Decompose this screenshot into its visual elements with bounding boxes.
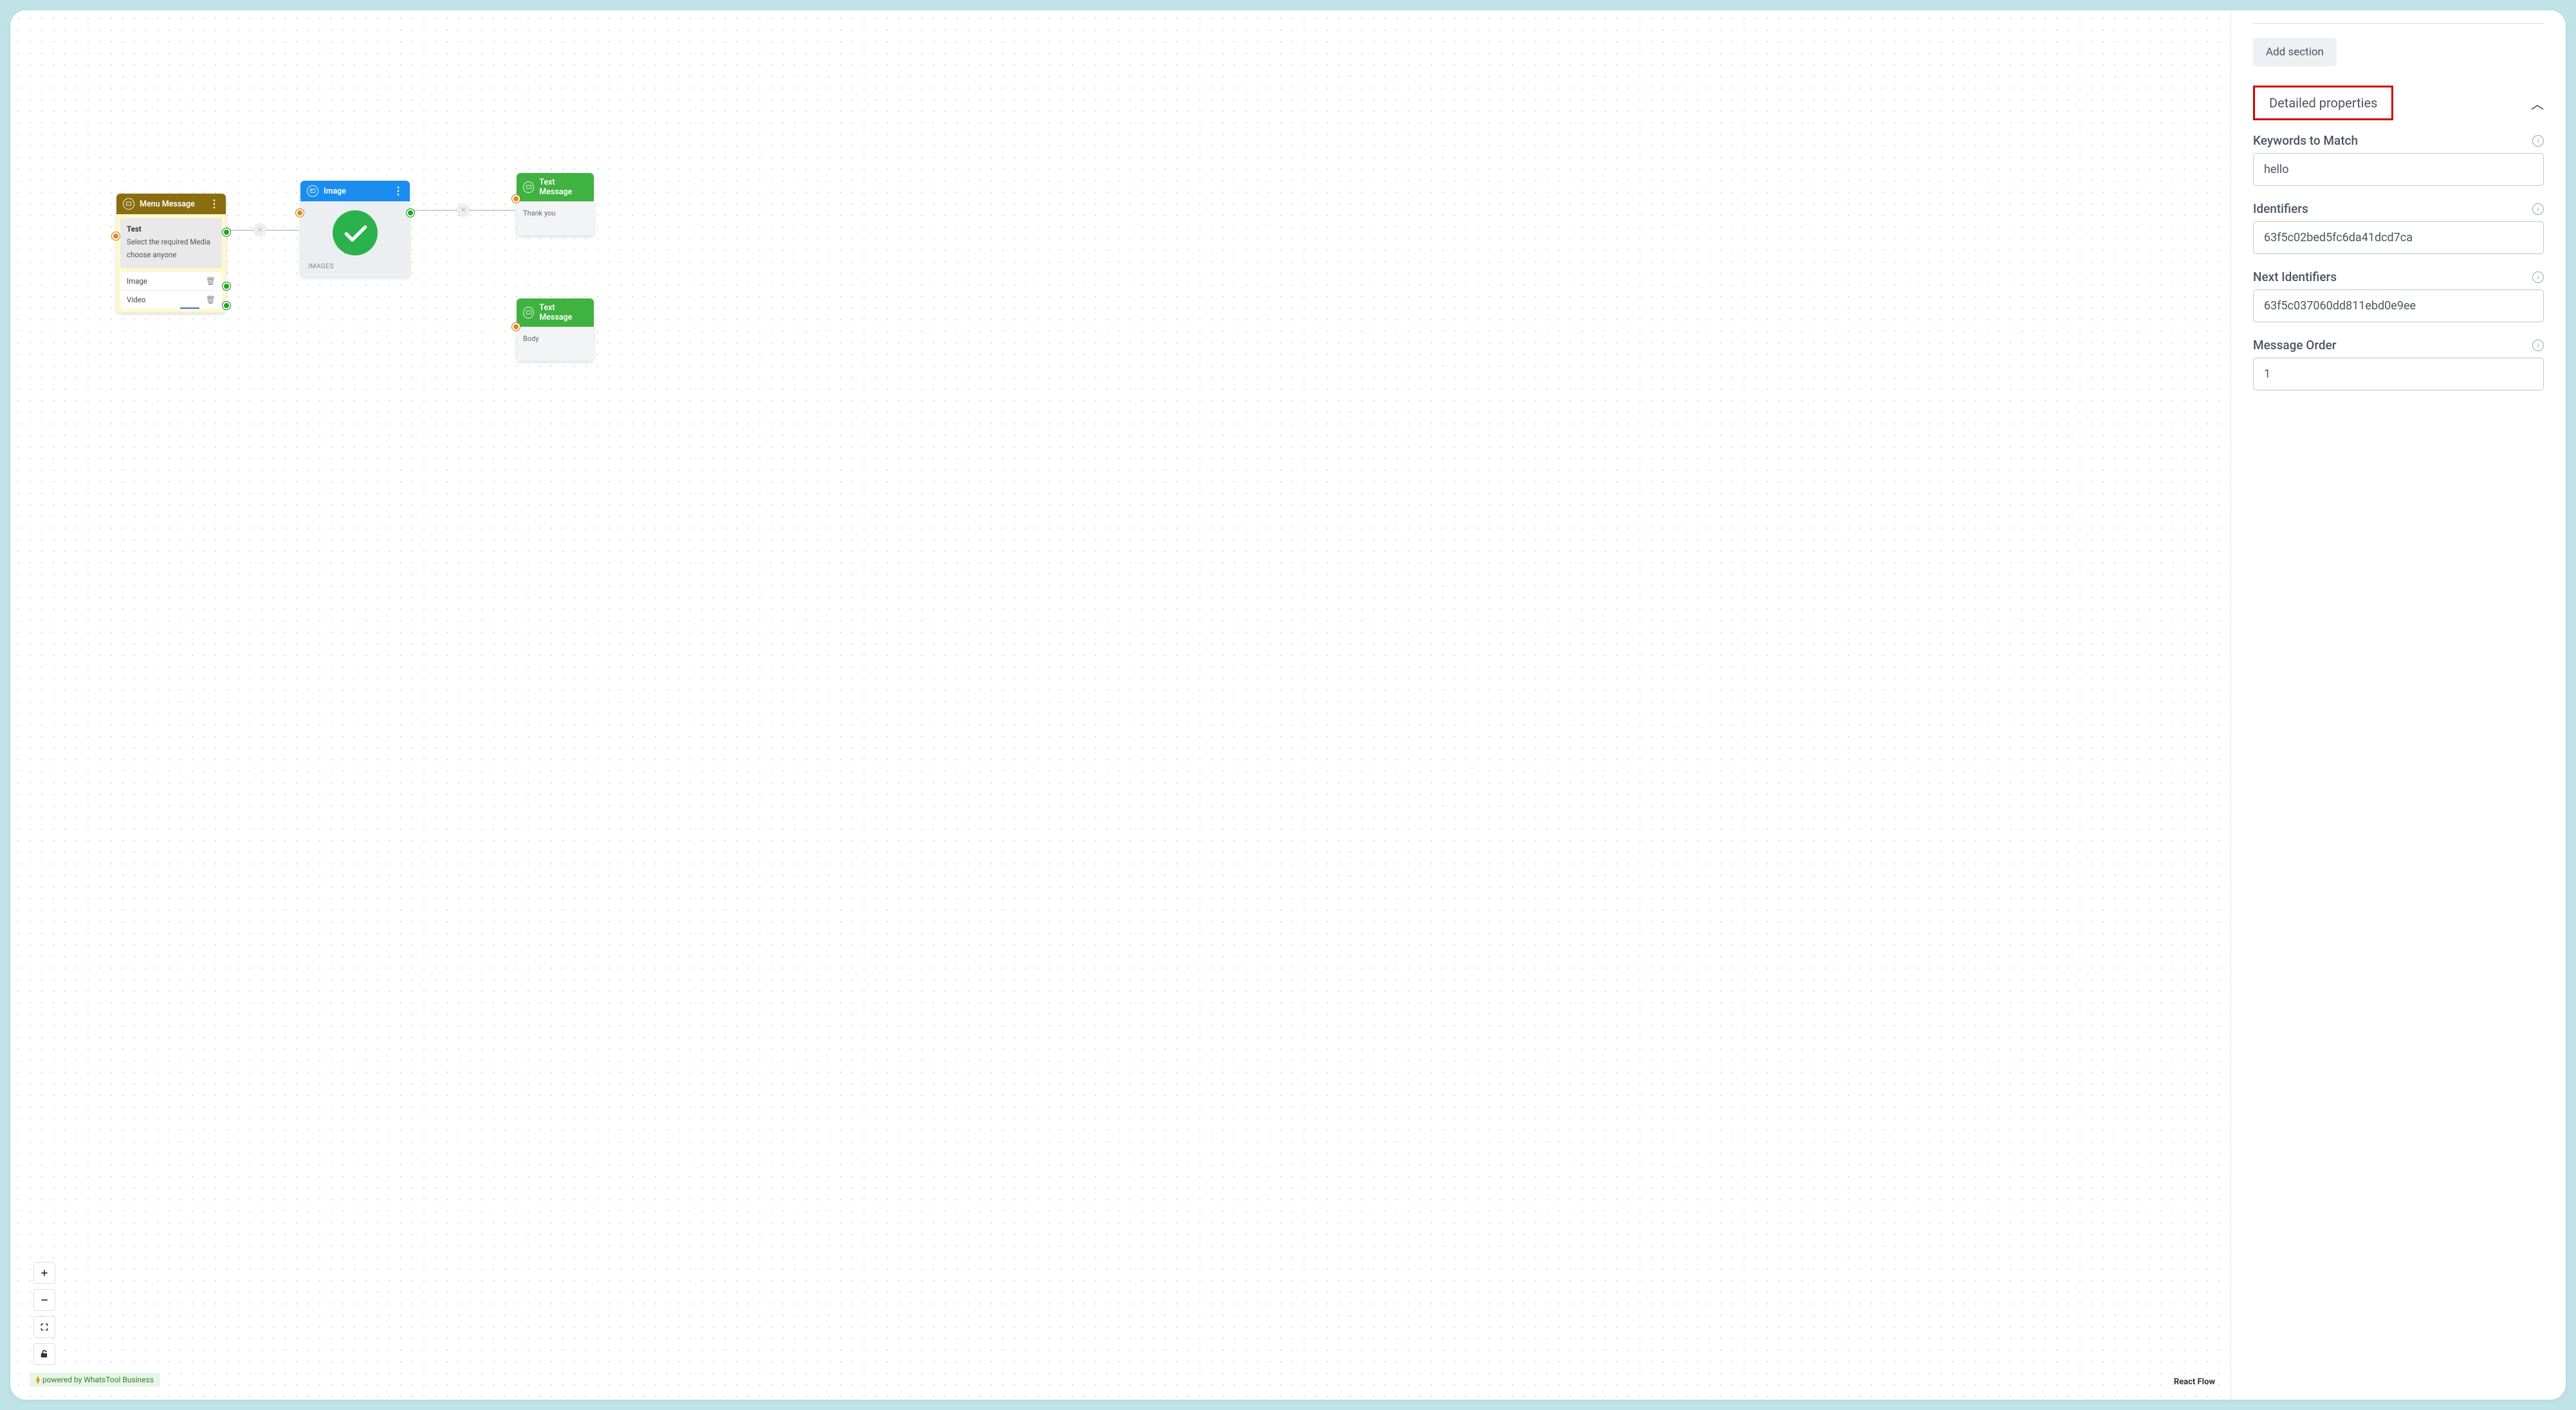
message-icon xyxy=(523,307,534,318)
flow-canvas[interactable]: ✕ ✕ Menu Message ⋮ Test Select the requi… xyxy=(10,10,2231,1400)
port-in[interactable] xyxy=(512,195,520,203)
edge-delete-button[interactable]: ✕ xyxy=(457,203,470,216)
node-header: Text Message xyxy=(517,298,594,327)
bolt-icon: ⧫ xyxy=(36,1375,40,1384)
field-label: Keywords to Match xyxy=(2253,133,2358,148)
node-body: IMAGES xyxy=(300,201,410,277)
port-out[interactable] xyxy=(407,209,414,217)
info-icon[interactable]: i xyxy=(2532,271,2544,283)
node-menu-message[interactable]: Menu Message ⋮ Test Select the required … xyxy=(116,194,226,313)
lock-button[interactable] xyxy=(33,1343,55,1365)
node-body: Body xyxy=(517,327,594,361)
menu-option[interactable]: Image 🗑 xyxy=(120,272,222,291)
next-identifiers-input[interactable] xyxy=(2253,289,2544,322)
node-body-title: Test xyxy=(127,224,216,233)
whatsapp-logo-icon xyxy=(333,210,378,255)
node-body: Test Select the required Media choose an… xyxy=(120,218,222,268)
divider xyxy=(2253,23,2544,24)
port-out[interactable] xyxy=(223,282,230,290)
field-label: Next Identifiers xyxy=(2253,270,2337,284)
image-icon xyxy=(307,185,318,197)
node-body-text: Select the required Media xyxy=(127,237,216,246)
powered-by-text: powered by WhatsTool Business xyxy=(42,1375,154,1384)
message-icon xyxy=(523,181,534,193)
node-header: Image ⋮ xyxy=(300,181,410,201)
port-out[interactable] xyxy=(223,302,230,309)
option-progress xyxy=(127,307,216,309)
info-icon[interactable]: i xyxy=(2532,340,2544,351)
react-flow-attribution: React Flow xyxy=(2174,1377,2215,1387)
message-icon xyxy=(123,198,134,210)
trash-icon[interactable]: 🗑 xyxy=(206,295,216,304)
node-image[interactable]: Image ⋮ IMAGES xyxy=(300,181,410,277)
menu-option[interactable]: Video 🗑 xyxy=(120,291,222,309)
field-label: Message Order xyxy=(2253,338,2337,352)
option-label: Video xyxy=(127,295,145,304)
node-header: Text Message xyxy=(517,173,594,201)
node-title: Menu Message xyxy=(140,199,195,209)
side-panel: Add section Detailed properties ︿ Keywor… xyxy=(2231,10,2566,1400)
field-identifiers: Identifiers i xyxy=(2253,201,2544,254)
field-label: Identifiers xyxy=(2253,201,2308,216)
node-body: Thank you xyxy=(517,201,594,235)
keywords-input[interactable] xyxy=(2253,153,2544,186)
info-icon[interactable]: i xyxy=(2532,203,2544,215)
port-in[interactable] xyxy=(112,232,120,240)
app-frame: ✕ ✕ Menu Message ⋮ Test Select the requi… xyxy=(10,10,2566,1400)
node-title: Text Message xyxy=(539,178,587,197)
port-in[interactable] xyxy=(296,209,304,217)
identifiers-input[interactable] xyxy=(2253,221,2544,254)
port-in[interactable] xyxy=(512,323,520,331)
node-text-message[interactable]: Text Message Thank you xyxy=(517,173,594,235)
option-label: Image xyxy=(127,277,147,286)
node-options: Image 🗑 Video 🗑 xyxy=(120,272,222,309)
node-header: Menu Message ⋮ xyxy=(116,194,226,214)
canvas-controls xyxy=(33,1262,55,1365)
field-next-identifiers: Next Identifiers i xyxy=(2253,270,2544,322)
message-order-input[interactable] xyxy=(2253,358,2544,390)
field-message-order: Message Order i xyxy=(2253,338,2544,390)
trash-icon[interactable]: 🗑 xyxy=(206,277,216,286)
node-title: Text Message xyxy=(539,303,587,322)
port-out[interactable] xyxy=(223,228,230,236)
zoom-in-button[interactable] xyxy=(33,1262,55,1284)
image-caption: IMAGES xyxy=(306,258,405,271)
section-header[interactable]: Detailed properties ︿ xyxy=(2253,86,2544,120)
detailed-properties-title: Detailed properties xyxy=(2253,86,2393,120)
zoom-out-button[interactable] xyxy=(33,1289,55,1311)
edge-delete-button[interactable]: ✕ xyxy=(253,223,266,236)
chevron-up-icon[interactable]: ︿ xyxy=(2531,94,2544,113)
fit-view-button[interactable] xyxy=(33,1316,55,1338)
add-section-button[interactable]: Add section xyxy=(2253,38,2337,66)
node-text-message[interactable]: Text Message Body xyxy=(517,298,594,361)
info-icon[interactable]: i xyxy=(2532,135,2544,147)
node-body-text: choose anyone xyxy=(127,250,216,259)
powered-by-badge: ⧫ powered by WhatsTool Business xyxy=(30,1373,160,1387)
node-title: Image xyxy=(324,187,346,196)
field-keywords: Keywords to Match i xyxy=(2253,133,2544,186)
